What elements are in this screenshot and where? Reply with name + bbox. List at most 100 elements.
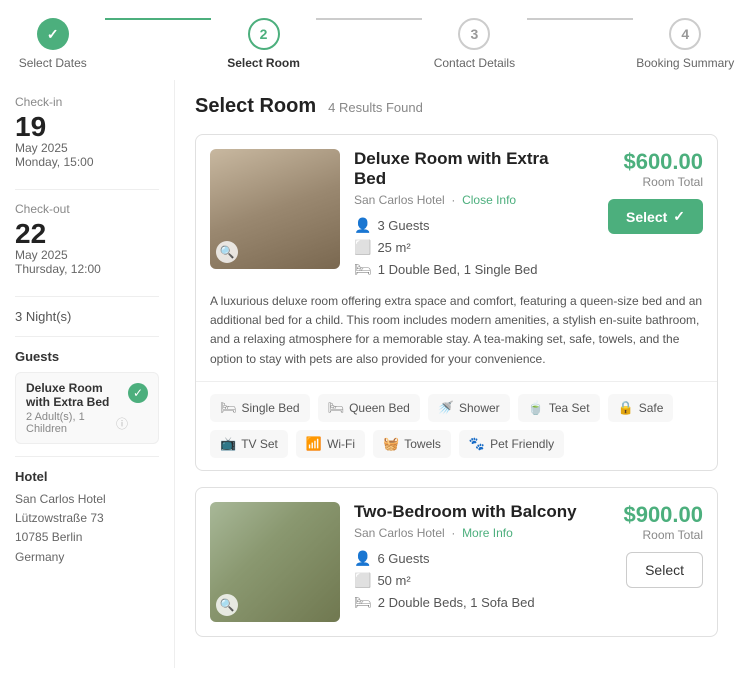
room-description-deluxe: A luxurious deluxe room offering extra s…: [196, 292, 717, 382]
guests-icon-2: 👤: [354, 550, 371, 567]
nights-count: 3 Night(s): [15, 309, 159, 324]
checkin-day: 19: [15, 113, 159, 141]
tv-set-icon: 📺: [220, 436, 236, 452]
step-label-4: Booking Summary: [636, 56, 734, 70]
room-meta-two-bedroom: 👤 6 Guests ⬜ 50 m² 🛏 2 Double Beds, 1 So…: [354, 550, 579, 611]
amenity-pet-friendly: 🐾 Pet Friendly: [459, 430, 564, 458]
bed-icon-2: 🛏: [354, 594, 372, 611]
checkin-month: May 2025: [15, 141, 159, 155]
single-bed-icon: 🛏: [220, 400, 237, 416]
room-name-deluxe: Deluxe Room with Extra Bed: [354, 149, 579, 189]
step-select-dates: ✓ Select Dates: [0, 18, 105, 70]
amenity-safe: 🔒 Safe: [608, 394, 674, 422]
amenities-deluxe: 🛏 Single Bed 🛏 Queen Bed 🚿 Shower 🍵 Tea …: [196, 382, 717, 470]
shower-icon: 🚿: [438, 400, 454, 416]
room-card-deluxe: 🔍 Deluxe Room with Extra Bed San Carlos …: [195, 134, 718, 471]
meta-size: ⬜ 25 m²: [354, 239, 579, 256]
hotel-label: Hotel: [15, 469, 159, 484]
room-selected-check: ✓: [128, 383, 148, 403]
hotel-country: Germany: [15, 548, 159, 567]
towels-icon: 🧺: [383, 436, 399, 452]
selected-room-guests: 2 Adult(s), 1 Children ⓘ: [26, 411, 128, 435]
meta-beds-2: 🛏 2 Double Beds, 1 Sofa Bed: [354, 594, 579, 611]
guests-label: Guests: [15, 349, 159, 364]
step-label-2: Select Room: [227, 56, 300, 70]
zoom-icon[interactable]: 🔍: [216, 241, 238, 263]
select-button-deluxe[interactable]: Select ✓: [608, 199, 703, 234]
amenity-queen-bed: 🛏 Queen Bed: [318, 394, 420, 422]
room-info-deluxe: Deluxe Room with Extra Bed San Carlos Ho…: [354, 149, 579, 278]
room-image-two-bedroom: 🔍: [210, 502, 340, 622]
room-card-two-bedroom: 🔍 Two-Bedroom with Balcony San Carlos Ho…: [195, 487, 718, 637]
checkin-section: Check-in 19 May 2025 Monday, 15:00: [15, 95, 159, 169]
hotel-address2: 10785 Berlin: [15, 528, 159, 547]
room-meta-deluxe: 👤 3 Guests ⬜ 25 m² 🛏 1 Double Bed, 1 Sin…: [354, 217, 579, 278]
amenity-single-bed: 🛏 Single Bed: [210, 394, 310, 422]
meta-beds: 🛏 1 Double Bed, 1 Single Bed: [354, 261, 579, 278]
sidebar: Check-in 19 May 2025 Monday, 15:00 Check…: [0, 80, 175, 668]
meta-size-2: ⬜ 50 m²: [354, 572, 579, 589]
checkout-section: Check-out 22 May 2025 Thursday, 12:00: [15, 202, 159, 276]
safe-icon: 🔒: [618, 400, 634, 416]
zoom-icon-2[interactable]: 🔍: [216, 594, 238, 616]
guests-icon: 👤: [354, 217, 371, 234]
room-image-deluxe: 🔍: [210, 149, 340, 269]
bed-icon: 🛏: [354, 261, 372, 278]
main-layout: Check-in 19 May 2025 Monday, 15:00 Check…: [0, 80, 738, 688]
meta-guests-2: 👤 6 Guests: [354, 550, 579, 567]
checkout-label: Check-out: [15, 202, 159, 216]
meta-guests: 👤 3 Guests: [354, 217, 579, 234]
selected-room-name: Deluxe Room with Extra Bed: [26, 381, 128, 409]
room-hotel-two-bedroom: San Carlos Hotel · More Info: [354, 526, 579, 540]
hotel-section: Hotel San Carlos Hotel Lützowstraße 73 1…: [15, 469, 159, 567]
amenity-towels: 🧺 Towels: [373, 430, 451, 458]
room-total-label-deluxe: Room Total: [643, 175, 703, 189]
close-info-link[interactable]: Close Info: [462, 193, 516, 207]
room-total-label-two-bedroom: Room Total: [643, 528, 703, 542]
step-circle-3: 3: [458, 18, 490, 50]
amenity-wifi: 📶 Wi-Fi: [296, 430, 365, 458]
room-price-col-deluxe: $600.00 Room Total Select ✓: [593, 149, 703, 278]
amenity-tea-set: 🍵 Tea Set: [518, 394, 600, 422]
page-title: Select Room: [195, 95, 316, 118]
check-icon: ✓: [673, 208, 685, 225]
info-icon: ⓘ: [116, 415, 128, 432]
amenity-grid-deluxe: 🛏 Single Bed 🛏 Queen Bed 🚿 Shower 🍵 Tea …: [210, 394, 703, 458]
stepper: ✓ Select Dates 2 Select Room 3 Contact D…: [0, 0, 738, 80]
step-circle-4: 4: [669, 18, 701, 50]
room-price-two-bedroom: $900.00: [623, 502, 703, 528]
size-icon: ⬜: [354, 239, 371, 256]
room-name-two-bedroom: Two-Bedroom with Balcony: [354, 502, 579, 522]
size-icon-2: ⬜: [354, 572, 371, 589]
pet-friendly-icon: 🐾: [469, 436, 485, 452]
amenity-tv-set: 📺 TV Set: [210, 430, 288, 458]
step-select-room: 2 Select Room: [211, 18, 316, 70]
step-circle-2: 2: [248, 18, 280, 50]
room-info-two-bedroom: Two-Bedroom with Balcony San Carlos Hote…: [354, 502, 579, 622]
checkout-month: May 2025: [15, 248, 159, 262]
checkout-day: 22: [15, 220, 159, 248]
amenity-shower: 🚿 Shower: [428, 394, 510, 422]
more-info-link[interactable]: More Info: [462, 526, 513, 540]
checkin-label: Check-in: [15, 95, 159, 109]
room-hotel-deluxe: San Carlos Hotel · Close Info: [354, 193, 579, 207]
room-card-top-two-bedroom: 🔍 Two-Bedroom with Balcony San Carlos Ho…: [196, 488, 717, 636]
results-count: 4 Results Found: [328, 100, 423, 115]
room-card-top-deluxe: 🔍 Deluxe Room with Extra Bed San Carlos …: [196, 135, 717, 292]
queen-bed-icon: 🛏: [328, 400, 345, 416]
room-price-deluxe: $600.00: [623, 149, 703, 175]
content-area: Select Room 4 Results Found 🔍 Deluxe Roo…: [175, 80, 738, 668]
step-contact-details: 3 Contact Details: [422, 18, 527, 70]
step-label-1: Select Dates: [19, 56, 87, 70]
step-circle-1: ✓: [37, 18, 69, 50]
tea-set-icon: 🍵: [528, 400, 544, 416]
selected-room-card: Deluxe Room with Extra Bed 2 Adult(s), 1…: [15, 372, 159, 444]
wifi-icon: 📶: [306, 436, 322, 452]
room-price-col-two-bedroom: $900.00 Room Total Select: [593, 502, 703, 622]
step-booking-summary: 4 Booking Summary: [633, 18, 738, 70]
hotel-address1: Lützowstraße 73: [15, 509, 159, 528]
step-label-3: Contact Details: [434, 56, 515, 70]
hotel-name: San Carlos Hotel: [15, 490, 159, 509]
checkout-weekday: Thursday, 12:00: [15, 262, 159, 276]
checkin-weekday: Monday, 15:00: [15, 155, 159, 169]
